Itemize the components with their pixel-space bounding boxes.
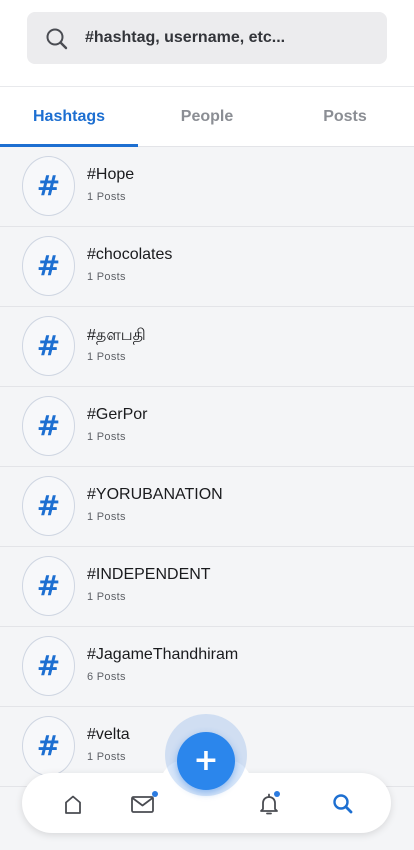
hashtag-post-count: 6 Posts [87, 671, 126, 683]
hashtag-post-count: 1 Posts [87, 431, 126, 443]
hashtag-name: #GerPor [87, 406, 148, 423]
plus-icon: + [193, 743, 219, 778]
search-header: Hashtags People Posts [0, 0, 414, 147]
hashtag-name: #தளபதி [87, 327, 146, 344]
hashtag-post-count: 1 Posts [87, 591, 126, 603]
hashtag-row[interactable]: # #YORUBANATION 1 Posts [0, 467, 414, 547]
hashtag-avatar: # [22, 316, 75, 376]
hashtag-post-count: 1 Posts [87, 751, 126, 763]
hashtag-name: #INDEPENDENT [87, 566, 211, 583]
hashtag-icon: # [36, 729, 61, 762]
hashtag-avatar: # [22, 636, 75, 696]
home-icon [65, 795, 81, 814]
hashtag-avatar: # [22, 716, 75, 776]
hashtag-name: #chocolates [87, 246, 173, 263]
hashtag-icon: # [36, 249, 61, 282]
hashtag-icon: # [36, 569, 61, 602]
hashtag-avatar: # [22, 156, 75, 216]
search-icon [333, 794, 353, 814]
search-bar[interactable] [27, 12, 387, 64]
tab-hashtags[interactable]: Hashtags [0, 87, 138, 146]
hashtag-list: # #Hope 1 Posts # #chocolates 1 Posts # … [0, 147, 414, 787]
nav-home-button[interactable] [60, 791, 86, 817]
hashtag-row[interactable]: # #chocolates 1 Posts [0, 227, 414, 307]
tab-posts[interactable]: Posts [276, 87, 414, 146]
create-post-button[interactable]: + [177, 732, 235, 790]
hashtag-name: #velta [87, 726, 130, 743]
tab-people[interactable]: People [138, 87, 276, 146]
nav-search-button[interactable] [330, 791, 356, 817]
hashtag-icon: # [36, 409, 61, 442]
hashtag-post-count: 1 Posts [87, 511, 126, 523]
hashtag-avatar: # [22, 556, 75, 616]
hashtag-avatar: # [22, 476, 75, 536]
search-input[interactable] [85, 12, 375, 64]
hashtag-name: #YORUBANATION [87, 486, 223, 503]
tab-bar: Hashtags People Posts [0, 86, 414, 147]
hashtag-icon: # [36, 649, 61, 682]
hashtag-icon: # [36, 329, 61, 362]
hashtag-post-count: 1 Posts [87, 191, 126, 203]
notifications-badge-dot [274, 791, 280, 797]
hashtag-name: #Hope [87, 166, 135, 183]
nav-notifications-button[interactable] [256, 791, 282, 817]
hashtag-avatar: # [22, 236, 75, 296]
hashtag-icon: # [36, 489, 61, 522]
hashtag-row[interactable]: # #INDEPENDENT 1 Posts [0, 547, 414, 627]
hashtag-post-count: 1 Posts [87, 351, 126, 363]
nav-messages-button[interactable] [130, 791, 158, 817]
hashtag-row[interactable]: # #JagameThandhiram 6 Posts [0, 627, 414, 707]
messages-badge-dot [152, 791, 158, 797]
hashtag-row[interactable]: # #தளபதி 1 Posts [0, 307, 414, 387]
hashtag-row[interactable]: # #Hope 1 Posts [0, 147, 414, 227]
hashtag-post-count: 1 Posts [87, 271, 126, 283]
hashtag-name: #JagameThandhiram [87, 646, 239, 663]
hashtag-icon: # [36, 169, 61, 202]
hashtag-row[interactable]: # #GerPor 1 Posts [0, 387, 414, 467]
hashtag-avatar: # [22, 396, 75, 456]
search-icon [46, 28, 68, 50]
search-screen: Hashtags People Posts # #Hope 1 Posts # … [0, 0, 414, 850]
